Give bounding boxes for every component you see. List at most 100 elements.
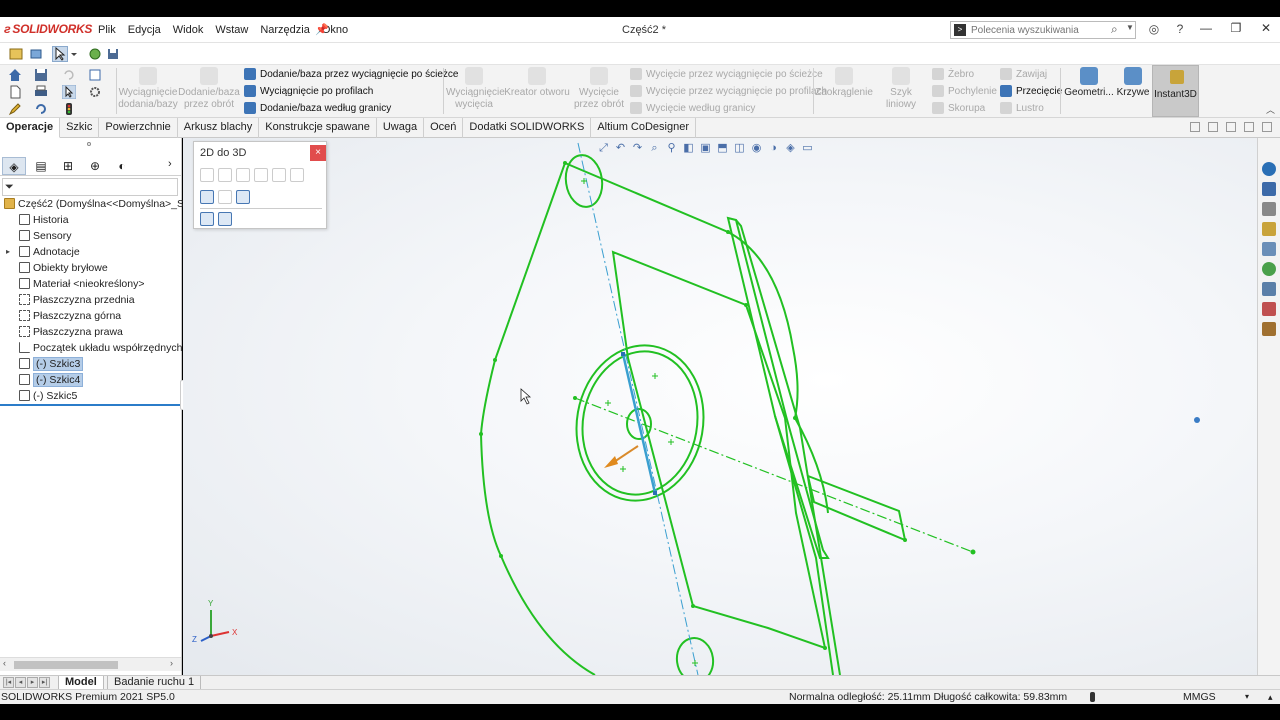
tile-icon[interactable] xyxy=(1190,122,1200,132)
swept-cut-button[interactable]: Wycięcie przez wyciągnięcie po ścieżce xyxy=(630,68,823,80)
rib-button[interactable]: Żebro xyxy=(932,68,974,80)
undo-icon[interactable] xyxy=(62,68,76,82)
chevron-down-icon[interactable]: ▾ xyxy=(1245,690,1249,704)
search-input[interactable] xyxy=(971,23,1101,37)
sheet-icon[interactable] xyxy=(8,46,24,62)
extruded-boss-button[interactable]: Wyciągnięcie dodania/bazy xyxy=(118,67,178,111)
tab-konstrukcje-spawane[interactable]: Konstrukcje spawane xyxy=(259,118,377,138)
curves-button[interactable]: Krzywe xyxy=(1115,67,1151,99)
list-icon[interactable] xyxy=(88,68,102,82)
design-library-icon[interactable] xyxy=(1262,202,1276,216)
help-icon[interactable]: ? xyxy=(1172,21,1188,37)
tree-item-historia[interactable]: Historia xyxy=(0,212,181,228)
tree-item-plane-front[interactable]: Płaszczyzna przednia xyxy=(0,292,181,308)
search-icon[interactable]: ⌕ xyxy=(1111,22,1118,37)
property-manager-tab-icon[interactable]: ▤ xyxy=(29,157,53,175)
chevron-left-icon[interactable]: ‹ xyxy=(3,658,6,668)
part-icon[interactable] xyxy=(28,46,44,62)
tab-powierzchnie[interactable]: Powierzchnie xyxy=(99,118,178,138)
revolved-cut-button[interactable]: Wycięcie przez obrót xyxy=(572,67,626,111)
hole-wizard-button[interactable]: Kreator otworu xyxy=(504,67,570,99)
menu-edycja[interactable]: Edycja xyxy=(122,24,167,36)
last-tab-icon[interactable]: ▸| xyxy=(39,677,50,688)
create-sketch-icon[interactable] xyxy=(218,190,232,204)
restore-icon[interactable] xyxy=(1244,122,1254,132)
dimxpert-tab-icon[interactable]: ⊕ xyxy=(83,157,107,175)
top-view-icon[interactable] xyxy=(218,168,232,182)
edit-icon[interactable] xyxy=(8,102,22,116)
save-icon[interactable] xyxy=(34,68,48,82)
tree-item-sensory[interactable]: Sensory xyxy=(0,228,181,244)
menu-plik[interactable]: Plik xyxy=(92,24,122,36)
tab-operacje[interactable]: Operacje xyxy=(0,118,61,138)
resources-icon[interactable] xyxy=(1262,162,1276,176)
pin-icon[interactable]: 📌 xyxy=(315,23,329,36)
tree-horizontal-scrollbar[interactable]: ‹ › xyxy=(0,657,181,671)
print-icon[interactable] xyxy=(34,85,48,99)
right-view-icon[interactable] xyxy=(236,168,250,182)
tree-item-material[interactable]: Materiał <nieokreślony> xyxy=(0,276,181,292)
wrap-button[interactable]: Zawijaj xyxy=(1000,68,1047,80)
solidworks-logo[interactable]: ƨ SOLIDWORKS xyxy=(4,22,92,36)
mirror-button[interactable]: Lustro xyxy=(1000,102,1044,114)
tree-filter[interactable]: ⏷ xyxy=(2,178,178,196)
boundary-boss-button[interactable]: Dodanie/baza według granicy xyxy=(244,102,391,114)
appearance-icon[interactable] xyxy=(87,46,103,62)
close-icon[interactable] xyxy=(1262,122,1272,132)
tree-root-part[interactable]: Część2 (Domyślna<<Domyślna>_Sta xyxy=(0,196,193,212)
sketch-canvas[interactable]: Y X Z xyxy=(183,138,1257,675)
rebuild-icon[interactable] xyxy=(34,102,48,116)
panel-grip[interactable] xyxy=(87,142,91,146)
bottom-view-icon[interactable] xyxy=(272,168,286,182)
menu-narzedzia[interactable]: Narzędzia xyxy=(254,24,316,36)
tree-item-szkic3[interactable]: (-) Szkic3 xyxy=(0,356,181,372)
appearances-icon[interactable] xyxy=(1262,262,1276,276)
minimize-icon[interactable] xyxy=(1226,122,1236,132)
tab-szkic[interactable]: Szkic xyxy=(60,118,100,138)
save-icon[interactable] xyxy=(105,46,121,62)
collapse-ribbon-icon[interactable]: ︿ xyxy=(1266,103,1275,116)
chevron-down-icon[interactable] xyxy=(68,46,78,62)
forum-icon[interactable] xyxy=(1262,302,1276,316)
prev-tab-icon[interactable]: ◂ xyxy=(15,677,26,688)
align-sketch-icon[interactable] xyxy=(200,212,214,226)
user-icon[interactable]: ◎ xyxy=(1146,21,1162,37)
tab-model[interactable]: Model xyxy=(58,676,104,690)
chevron-down-icon[interactable]: ▼ xyxy=(1126,23,1134,32)
configuration-tab-icon[interactable]: ⊞ xyxy=(56,157,80,175)
file-explorer-icon[interactable] xyxy=(1262,222,1276,236)
tree-item-szkic4[interactable]: (-) Szkic4 xyxy=(0,372,181,388)
graphics-area[interactable]: ⤢ ↶ ↷ ⌕ ⚲ ◧ ▣ ⬒ ◫ ◉ ◑ ◈ ▭ Y X Z xyxy=(183,138,1257,675)
boundary-cut-button[interactable]: Wycięcie według granicy xyxy=(630,102,755,114)
tab-altium[interactable]: Altium CoDesigner xyxy=(591,118,697,138)
tab-uwaga[interactable]: Uwaga xyxy=(377,118,425,138)
left-view-icon[interactable] xyxy=(254,168,268,182)
select-icon[interactable] xyxy=(61,84,77,100)
tab-ocen[interactable]: Oceń xyxy=(424,118,464,138)
extrude-sketch-icon[interactable] xyxy=(218,212,232,226)
command-search[interactable]: > ⌕ ▼ xyxy=(950,21,1136,39)
select-arrow-icon[interactable] xyxy=(52,46,68,62)
linear-pattern-button[interactable]: Szyk liniowy xyxy=(874,67,928,111)
draft-button[interactable]: Pochylenie xyxy=(932,85,997,97)
auxiliary-view-icon[interactable] xyxy=(200,190,214,204)
view-palette-icon[interactable] xyxy=(1262,242,1276,256)
next-tab-icon[interactable]: ▸ xyxy=(27,677,38,688)
solidworks-3d-icon[interactable] xyxy=(1262,322,1276,336)
display-manager-tab-icon[interactable]: ◐ xyxy=(110,157,134,175)
instant3d-button[interactable]: Instant3D xyxy=(1152,65,1199,117)
restore-icon[interactable]: ❐ xyxy=(1228,21,1244,35)
first-tab-icon[interactable]: |◂ xyxy=(3,677,14,688)
chevron-right-icon[interactable]: › xyxy=(170,658,173,668)
menu-wstaw[interactable]: Wstaw xyxy=(209,24,254,36)
chevron-up-icon[interactable]: ▴ xyxy=(1268,690,1273,704)
tree-item-szkic5[interactable]: (-) Szkic5 xyxy=(0,388,181,404)
tree-item-origin[interactable]: Początek układu współrzędnych xyxy=(0,340,182,356)
expand-arrow-icon[interactable]: ▸ xyxy=(6,244,10,260)
swept-boss-button[interactable]: Dodanie/baza przez wyciągnięcie po ścież… xyxy=(244,68,458,80)
menu-widok[interactable]: Widok xyxy=(167,24,210,36)
home-icon[interactable] xyxy=(8,68,22,82)
revolved-boss-button[interactable]: Dodanie/baza przez obrót xyxy=(178,67,240,111)
lofted-cut-button[interactable]: Wycięcie przez wyciągnięcie po profilach xyxy=(630,85,827,97)
scrollbar-thumb[interactable] xyxy=(14,661,118,669)
